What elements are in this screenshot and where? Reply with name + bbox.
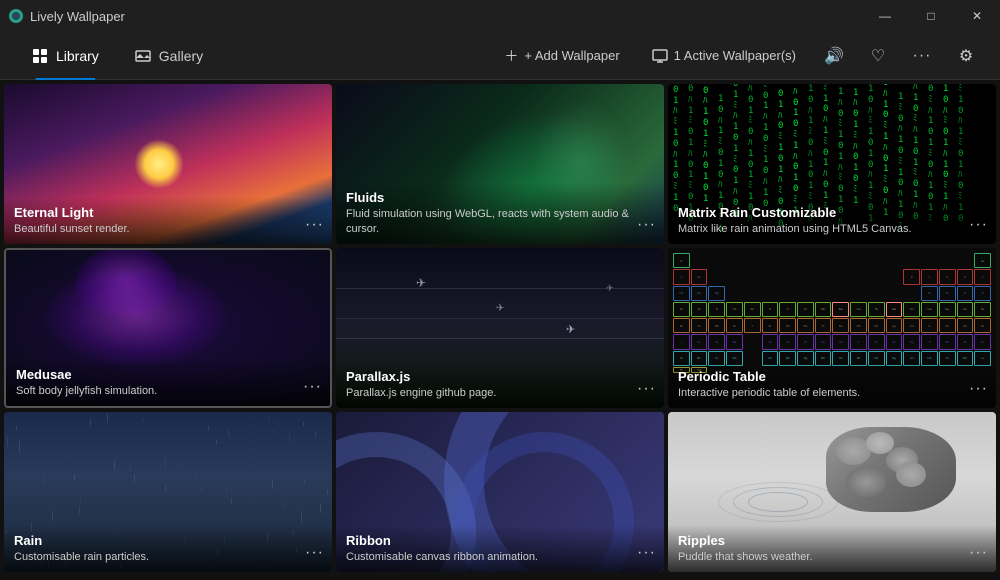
card-info-medusae: Medusae Soft body jellyfish simulation.: [6, 359, 330, 406]
wire-3: [336, 338, 664, 339]
card-desc-matrix: Matrix like rain animation using HTML5 C…: [678, 222, 986, 236]
wire-1: [336, 288, 664, 289]
favorites-button[interactable]: ♡: [860, 38, 896, 74]
wallpaper-card-medusae[interactable]: Medusae Soft body jellyfish simulation. …: [4, 248, 332, 408]
ship-4: ✈: [606, 283, 614, 294]
tab-gallery[interactable]: Gallery: [119, 42, 219, 70]
card-desc-ripples: Puddle that shows weather.: [678, 550, 986, 564]
card-menu-rain[interactable]: ···: [305, 544, 324, 562]
card-info-rain: Rain Customisable rain particles.: [4, 525, 332, 572]
matrix-col-1: 101ﾊﾐ10ﾊ10ﾐ10: [673, 84, 678, 214]
matrix-col-11: 0ﾐ10ﾊ1ﾐ01ﾊ01ﾐ: [823, 84, 828, 212]
heart-icon: ♡: [871, 46, 885, 66]
more-button[interactable]: ···: [904, 38, 940, 74]
wallpaper-card-matrix[interactable]: 101ﾊﾐ10ﾊ10ﾐ10 0ﾊ1ﾐ01ﾊ01ﾐ010 ﾐ10ﾊ101ﾐﾊ010…: [668, 84, 996, 244]
close-button[interactable]: ✕: [954, 0, 1000, 32]
nav-left: Library Gallery: [16, 42, 219, 70]
card-title-periodic: Periodic Table: [678, 369, 986, 384]
gallery-label: Gallery: [159, 48, 203, 64]
card-info-ribbon: Ribbon Customisable canvas ribbon animat…: [336, 525, 664, 572]
card-info-parallax: Parallax.js Parallax.js engine github pa…: [336, 361, 664, 408]
ship-3: ✈: [566, 323, 575, 336]
stone-4: [846, 467, 886, 497]
card-desc-eternal: Beautiful sunset render.: [14, 222, 322, 236]
stones-cluster: [826, 427, 956, 512]
wallpaper-grid: Eternal Light Beautiful sunset render. ·…: [0, 80, 1000, 580]
app-icon: [8, 8, 24, 24]
card-title-parallax: Parallax.js: [346, 369, 654, 384]
card-desc-parallax: Parallax.js engine github page.: [346, 386, 654, 400]
tab-library[interactable]: Library: [16, 42, 115, 70]
nav-right: ＋ + Add Wallpaper 1 Active Wallpaper(s) …: [492, 38, 984, 74]
card-title-eternal: Eternal Light: [14, 205, 322, 220]
library-label: Library: [56, 48, 99, 64]
matrix-col-13: ﾐ01ﾊ01ﾐﾊ010ﾐ1: [853, 84, 858, 206]
card-desc-fluids: Fluid simulation using WebGL, reacts wit…: [346, 207, 654, 236]
active-wallpaper-button[interactable]: 1 Active Wallpaper(s): [640, 42, 808, 70]
maximize-button[interactable]: □: [908, 0, 954, 32]
wallpaper-card-periodic[interactable]: HHeLiBeBCNOFNeNaMgAlSiPSClArKCaScTiVCrMn…: [668, 248, 996, 408]
wallpaper-card-ribbon[interactable]: Ribbon Customisable canvas ribbon animat…: [336, 412, 664, 572]
ripple-3: [718, 482, 838, 522]
jelly-glow: [46, 266, 226, 366]
sun-effect: [134, 139, 184, 189]
card-desc-rain: Customisable rain particles.: [14, 550, 322, 564]
matrix-col-7: 1ﾐ01ﾊ10ﾐ10ﾊ10: [763, 84, 768, 209]
card-info-matrix: Matrix Rain Customizable Matrix like rai…: [668, 197, 996, 244]
ship-1: ✈: [416, 276, 426, 290]
title-bar: Lively Wallpaper — □ ✕: [0, 0, 1000, 32]
card-menu-medusae[interactable]: ···: [303, 378, 322, 396]
wallpaper-card-parallax[interactable]: ✈ ✈ ✈ ✈ Parallax.js Parallax.js engine g…: [336, 248, 664, 408]
add-icon: ＋: [504, 46, 518, 66]
card-desc-medusae: Soft body jellyfish simulation.: [16, 384, 320, 398]
matrix-col-3: ﾐ10ﾊ101ﾐﾊ0101: [703, 84, 708, 204]
more-icon: ···: [913, 47, 932, 65]
wallpaper-card-eternal-light[interactable]: Eternal Light Beautiful sunset render. ·…: [4, 84, 332, 244]
card-info-fluids: Fluids Fluid simulation using WebGL, rea…: [336, 182, 664, 244]
wallpaper-card-ripples[interactable]: Ripples Puddle that shows weather. ···: [668, 412, 996, 572]
stone-5: [896, 462, 926, 487]
add-wallpaper-label: + Add Wallpaper: [524, 48, 619, 63]
card-desc-ribbon: Customisable canvas ribbon animation.: [346, 550, 654, 564]
card-info-periodic: Periodic Table Interactive periodic tabl…: [668, 361, 996, 408]
card-menu-ripples[interactable]: ···: [969, 544, 988, 562]
card-menu-matrix[interactable]: ···: [969, 216, 988, 234]
minimize-button[interactable]: —: [862, 0, 908, 32]
title-bar-left: Lively Wallpaper: [8, 8, 125, 24]
card-info-ripples: Ripples Puddle that shows weather.: [668, 525, 996, 572]
gallery-icon: [135, 48, 151, 64]
library-icon: [32, 48, 48, 64]
settings-icon: ⚙: [959, 46, 973, 66]
volume-button[interactable]: 🔊: [816, 38, 852, 74]
add-wallpaper-button[interactable]: ＋ + Add Wallpaper: [492, 40, 631, 72]
app-title: Lively Wallpaper: [30, 9, 125, 24]
card-title-rain: Rain: [14, 533, 322, 548]
card-menu-periodic[interactable]: ···: [969, 380, 988, 398]
card-menu-parallax[interactable]: ···: [637, 380, 656, 398]
card-menu-ribbon[interactable]: ···: [637, 544, 656, 562]
nav-bar: Library Gallery ＋ + Add Wallpaper 1 Acti…: [0, 32, 1000, 80]
card-menu-eternal[interactable]: ···: [305, 216, 324, 234]
volume-icon: 🔊: [824, 46, 844, 66]
card-menu-fluids[interactable]: ···: [637, 216, 656, 234]
periodic-grid: HHeLiBeBCNOFNeNaMgAlSiPSClArKCaScTiVCrMn…: [673, 253, 991, 373]
settings-button[interactable]: ⚙: [948, 38, 984, 74]
active-wallpaper-label: 1 Active Wallpaper(s): [674, 48, 796, 63]
card-title-ripples: Ripples: [678, 533, 986, 548]
card-title-fluids: Fluids: [346, 190, 654, 205]
card-title-matrix: Matrix Rain Customizable: [678, 205, 986, 220]
card-title-ribbon: Ribbon: [346, 533, 654, 548]
title-bar-controls: — □ ✕: [862, 0, 1000, 32]
wire-2: [336, 318, 664, 319]
monitor-icon: [652, 48, 668, 64]
wallpaper-card-fluids[interactable]: Fluids Fluid simulation using WebGL, rea…: [336, 84, 664, 244]
card-title-medusae: Medusae: [16, 367, 320, 382]
ship-2: ✈: [496, 303, 504, 314]
wallpaper-card-rain[interactable]: Rain Customisable rain particles. ···: [4, 412, 332, 572]
card-desc-periodic: Interactive periodic table of elements.: [678, 386, 986, 400]
card-info-eternal: Eternal Light Beautiful sunset render.: [4, 197, 332, 244]
